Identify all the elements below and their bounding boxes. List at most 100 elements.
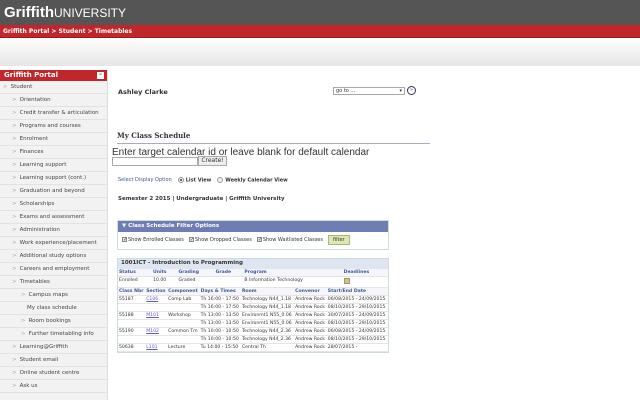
table-row: 55190 M102 Common Tm Th 10:00 - 10:50 Techno… bbox=[118, 327, 388, 336]
table-cell: Environmt1 N55_0.06 bbox=[240, 311, 295, 320]
sidebar-item[interactable]: > Orientation bbox=[0, 94, 107, 107]
table-cell: Workshop bbox=[167, 311, 200, 320]
sidebar-item-label: Learning support (cont.) bbox=[19, 175, 87, 181]
collapse-icon[interactable]: – bbox=[97, 72, 104, 79]
sidebar-item-label: Student email bbox=[19, 357, 59, 363]
enrolled-label: Show Enrolled Classes bbox=[128, 237, 184, 243]
table-cell: Tu 14:00 - 15:50 bbox=[199, 343, 241, 352]
sidebar-item[interactable]: > Careers and employment bbox=[0, 263, 107, 276]
sidebar-item[interactable]: > Ask us bbox=[0, 380, 107, 393]
table-cell: 55187 bbox=[118, 295, 146, 304]
sidebar-item[interactable]: > Enrolment bbox=[0, 133, 107, 146]
table-row: Th 13:00 - 13:50 Environmt1 N55_0.06 Andre… bbox=[118, 319, 388, 328]
sidebar-item[interactable]: > Campus maps bbox=[0, 289, 107, 302]
go-button[interactable]: » bbox=[407, 86, 416, 95]
sidebar-item-label: Timetables bbox=[19, 279, 50, 285]
goto-select[interactable]: go to ... ▾ bbox=[333, 87, 405, 95]
list-view-label: List View bbox=[185, 177, 212, 184]
summary-header: Grade bbox=[214, 269, 244, 277]
sidebar-item[interactable]: > Administration bbox=[0, 224, 107, 237]
table-cell: Th 10:00 - 10:50 bbox=[199, 335, 241, 344]
table-cell: M101 bbox=[145, 311, 168, 320]
chevron-right-icon: > bbox=[12, 149, 17, 155]
sidebar-item-label: Careers and employment bbox=[19, 266, 90, 272]
radio-icon bbox=[217, 177, 224, 183]
table-cell: Technology N44_2.36 bbox=[240, 327, 295, 336]
table-cell: Central Th bbox=[240, 343, 295, 352]
sidebar-item[interactable]: > Work experience/placement bbox=[0, 237, 107, 250]
summary-header: Deadlines bbox=[342, 269, 388, 277]
display-label: Select Display Option bbox=[118, 177, 172, 184]
chevron-right-icon: > bbox=[12, 344, 17, 350]
sidebar-item-label: Learning@Griffith bbox=[19, 344, 68, 350]
enrolled-checkbox[interactable]: ✓Show Enrolled Classes bbox=[122, 237, 184, 243]
column-header: Convenor bbox=[294, 288, 327, 296]
sidebar: Griffith Portal – > Student > Orientation > Cr… bbox=[0, 70, 108, 400]
table-cell: Technology N44_2.36 bbox=[240, 335, 295, 344]
sidebar-item[interactable]: > Room bookings bbox=[0, 315, 107, 328]
sidebar-item[interactable]: > Student bbox=[0, 81, 107, 94]
sidebar-item[interactable]: > Timetables bbox=[0, 276, 107, 289]
sidebar-item[interactable]: > Further timetabling info bbox=[0, 328, 107, 341]
sidebar-item-label: Exams and assessment bbox=[19, 214, 85, 220]
sidebar-item[interactable]: > Finances bbox=[0, 146, 107, 159]
sidebar-item[interactable]: > Student email bbox=[0, 354, 107, 367]
table-cell: Th 10:00 - 10:50 bbox=[199, 327, 241, 336]
sidebar-item[interactable]: > Online student centre bbox=[0, 367, 107, 380]
table-row: Th 10:00 - 10:50 Technology N44_2.36 Andre… bbox=[118, 335, 388, 344]
table-cell: Technology N44_1.18 bbox=[240, 303, 295, 312]
table-cell bbox=[167, 319, 200, 328]
breadcrumb[interactable]: Griffith Portal > Student > Timetables bbox=[0, 25, 640, 38]
sidebar-item[interactable]: > Learning support bbox=[0, 159, 107, 172]
sidebar-item-label: Enrolment bbox=[19, 136, 48, 142]
sidebar-item[interactable]: > Graduation and beyond bbox=[0, 185, 107, 198]
waitlisted-checkbox[interactable]: ✓Show Waitlisted Classes bbox=[256, 237, 323, 243]
section-link[interactable]: L101 bbox=[146, 345, 157, 350]
chevron-right-icon: > bbox=[12, 214, 17, 220]
weekly-view-radio[interactable]: Weekly Calendar View bbox=[217, 177, 288, 184]
filter-header[interactable]: ▼ Class Schedule Filter Options bbox=[118, 221, 388, 232]
filter-button[interactable]: filter bbox=[327, 235, 350, 245]
sidebar-item[interactable]: > Credit transfer & articulation bbox=[0, 107, 107, 120]
sidebar-item-label: Ask us bbox=[19, 383, 38, 389]
table-cell bbox=[145, 319, 168, 328]
create-button[interactable]: Create! bbox=[198, 156, 227, 166]
table-cell bbox=[145, 335, 168, 344]
table-cell bbox=[118, 319, 146, 328]
page-title: My Class Schedule bbox=[117, 131, 191, 140]
chevron-right-icon: > bbox=[12, 266, 17, 272]
section-link[interactable]: M101 bbox=[146, 313, 159, 318]
sidebar-item[interactable]: My class schedule bbox=[0, 302, 107, 315]
griffith-logo[interactable]: GriffithUNIVERSITY bbox=[4, 4, 126, 21]
sidebar-item[interactable]: > Exams and assessment bbox=[0, 211, 107, 224]
deadlines-icon[interactable] bbox=[342, 276, 388, 288]
chevron-right-icon: > bbox=[12, 110, 17, 116]
sidebar-item[interactable]: > Programs and courses bbox=[0, 120, 107, 133]
top-header: GriffithUNIVERSITY bbox=[0, 0, 640, 25]
chevron-right-icon: > bbox=[12, 136, 17, 142]
table-row: 55188 M101 Workshop Th 13:00 - 13:50 Environ… bbox=[118, 311, 388, 320]
chevron-right-icon: > bbox=[12, 357, 17, 363]
sidebar-item[interactable]: > Additional study options bbox=[0, 250, 107, 263]
list-view-radio[interactable]: List View bbox=[177, 177, 212, 184]
section-link[interactable]: C106 bbox=[146, 297, 158, 302]
table-cell: Andrew Rock bbox=[294, 327, 327, 336]
main-content: Ashley Clarke go to ... ▾ » My Class Sche… bbox=[110, 66, 640, 400]
section-link[interactable]: M102 bbox=[146, 329, 159, 334]
sidebar-item-label: Learning support bbox=[19, 162, 67, 168]
sidebar-item[interactable]: > Learning support (cont.) bbox=[0, 172, 107, 185]
summary-header: Program bbox=[243, 269, 343, 277]
dropped-checkbox[interactable]: ✓Show Dropped Classes bbox=[188, 237, 252, 243]
sidebar-item[interactable]: > Learning@Griffith bbox=[0, 341, 107, 354]
sidebar-item-label: Orientation bbox=[19, 97, 51, 103]
checkbox-checked-icon: ✓ bbox=[256, 237, 263, 243]
table-cell: 08/10/2015 - 29/10/2015 bbox=[326, 303, 388, 312]
chevron-right-icon: > bbox=[12, 188, 17, 194]
table-cell: 50638 bbox=[118, 343, 146, 352]
semester-info: Semester 2 2015 | Undergraduate | Griffi… bbox=[118, 196, 285, 202]
chevron-right-icon: > bbox=[21, 318, 26, 324]
calendar-id-input[interactable] bbox=[112, 157, 198, 166]
column-header: Room bbox=[240, 288, 295, 296]
class-schedule-table: 1001ICT - Introduction to Programming St… bbox=[117, 258, 389, 353]
sidebar-item[interactable]: > Scholarships bbox=[0, 198, 107, 211]
